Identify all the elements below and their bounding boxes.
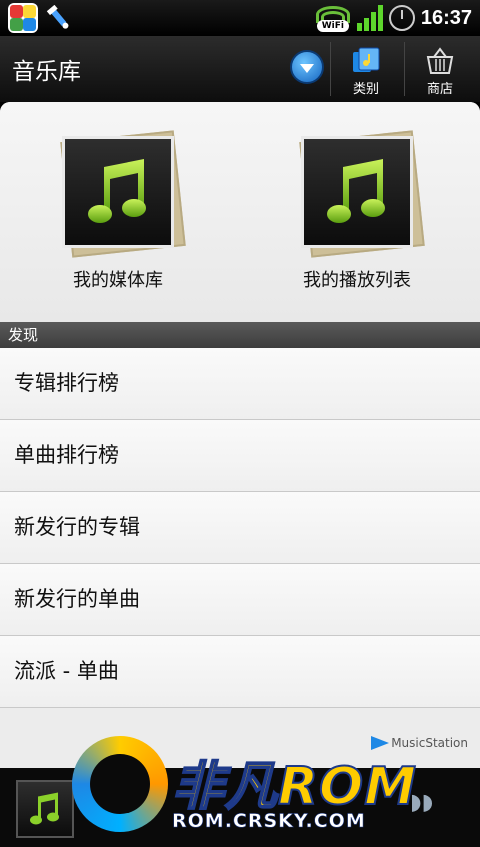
list-item-new-albums[interactable]: 新发行的专辑 [0,492,480,564]
page-title: 音乐库 [12,59,81,85]
playlist-tile[interactable]: 我的播放列表 [277,130,437,292]
watermark-logo-icon [72,736,168,832]
shopping-basket-icon [425,46,455,76]
music-library-content: 我的媒体库 我的播放列表 发现 专辑排行榜 单曲排行榜 新发行的专辑 新发行的单… [0,102,480,768]
playlist-label: 我的播放列表 [303,270,411,291]
title-bar: 音乐库 类别 商店 [0,36,480,102]
media-library-label: 我的媒体库 [73,270,163,291]
site-watermark: 非凡ROM ROM.CRSKY.COM [72,728,432,840]
music-note-icon [62,136,174,248]
category-icon [351,46,381,76]
watermark-url: ROM.CRSKY.COM [172,810,366,833]
wifi-icon: WiFi [315,4,351,32]
sync-clock-icon [388,5,415,31]
discover-section-header: 发现 [0,322,480,348]
usb-icon [44,3,74,33]
wifi-label: WiFi [316,20,349,32]
music-note-icon [301,136,413,248]
store-button[interactable]: 商店 [404,42,476,100]
chevron-down-icon[interactable] [290,50,324,84]
category-label: 类别 [352,82,379,97]
store-label: 商店 [426,82,453,97]
list-item-genre-singles[interactable]: 流派 - 单曲 [0,636,480,708]
list-item-single-chart[interactable]: 单曲排行榜 [0,420,480,492]
list-item-new-singles[interactable]: 新发行的单曲 [0,564,480,636]
media-library-tile[interactable]: 我的媒体库 [38,130,198,292]
signal-strength-icon [356,5,383,31]
library-tiles: 我的媒体库 我的播放列表 [0,102,480,322]
status-time: 16:37 [420,6,472,29]
category-button[interactable]: 类别 [330,42,402,100]
status-bar: WiFi 16:37 [0,0,480,36]
app-notification-icon [8,3,38,33]
corner-logo-icon: ◗◗ [410,790,434,815]
list-item-album-chart[interactable]: 专辑排行榜 [0,348,480,420]
watermark-title: 非凡ROM [171,756,417,818]
now-playing-thumbnail[interactable] [16,780,74,838]
